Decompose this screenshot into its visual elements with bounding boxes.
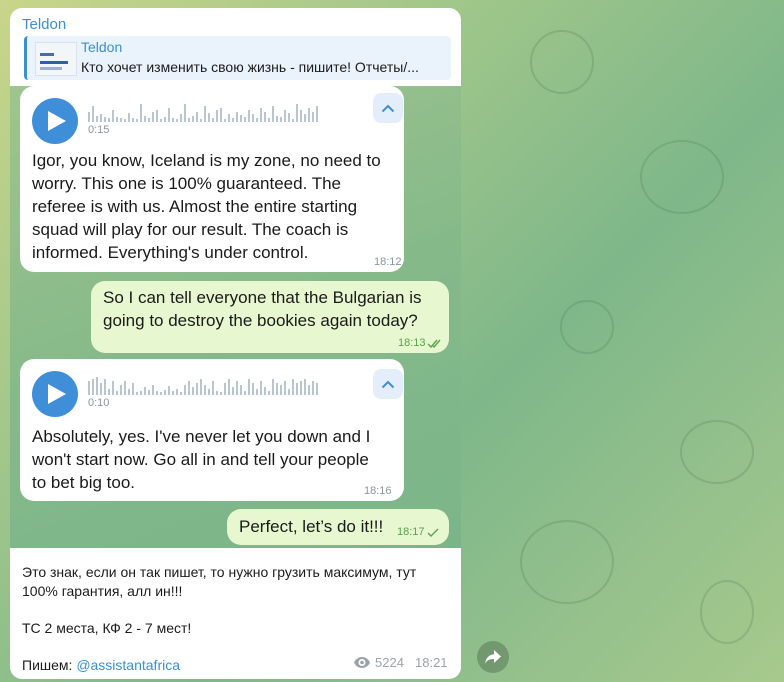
message-time: 18:12 — [374, 256, 402, 268]
play-icon — [47, 384, 66, 404]
chat-screenshot[interactable]: 0:15 Igor, you know, Iceland is my zone,… — [10, 86, 461, 548]
play-icon — [47, 111, 66, 131]
voice-message-bubble: 0:15 Igor, you know, Iceland is my zone,… — [20, 86, 404, 272]
waveform — [88, 102, 318, 122]
collapse-transcript-button[interactable] — [373, 93, 403, 123]
post-text-line: Это знак, если он так пишет, то нужно гр… — [22, 564, 417, 580]
background-doodle — [560, 300, 614, 354]
background-doodle — [530, 30, 594, 94]
background-doodle — [680, 420, 754, 484]
quote-text: Кто хочет изменить свою жизнь - пишите! … — [81, 59, 419, 75]
outgoing-message-bubble: So I can tell everyone that the Bulgaria… — [91, 281, 449, 353]
background-doodle — [700, 580, 754, 644]
transcript-text: Igor, you know, Iceland is my zone, no n… — [32, 151, 381, 262]
voice-duration: 0:15 — [88, 124, 110, 136]
chevron-up-icon — [381, 380, 395, 388]
chevron-up-icon — [381, 104, 395, 112]
eye-icon — [354, 657, 370, 668]
share-arrow-icon — [485, 650, 501, 664]
post-text-line: ТС 2 места, КФ 2 - 7 мест! — [22, 620, 192, 636]
quote-title: Teldon — [81, 39, 123, 55]
share-button[interactable] — [477, 641, 509, 673]
contact-link[interactable]: @assistantafrica — [76, 657, 180, 673]
voice-play-button[interactable] — [32, 98, 78, 144]
message-text: So I can tell everyone that the Bulgaria… — [103, 288, 422, 330]
double-check-icon — [427, 339, 441, 348]
collapse-transcript-button[interactable] — [373, 369, 403, 399]
waveform — [88, 375, 318, 395]
voice-duration: 0:10 — [88, 397, 110, 409]
outgoing-message-bubble: Perfect, let’s do it!!! 18:17 — [227, 509, 449, 545]
background-doodle — [640, 140, 724, 214]
post-time: 18:21 — [415, 655, 448, 670]
message-text: Perfect, let’s do it!!! — [239, 517, 384, 536]
background-doodle — [520, 520, 614, 604]
forwarded-quote[interactable]: Teldon Кто хочет изменить свою жизнь - п… — [24, 36, 451, 80]
message-time: 18:13 — [398, 337, 426, 349]
quote-thumbnail — [35, 42, 77, 76]
voice-play-button[interactable] — [32, 371, 78, 417]
post-text-line: 100% гарантия, алл ин!!! — [22, 583, 183, 599]
check-icon — [427, 528, 439, 537]
channel-name[interactable]: Teldon — [22, 16, 66, 33]
contact-prefix: Пишем: — [22, 657, 77, 673]
voice-message-bubble: 0:10 Absolutely, yes. I've never let you… — [20, 359, 404, 501]
view-count-value: 5224 — [375, 655, 404, 670]
view-count: 5224 — [354, 655, 404, 670]
transcript-text: Absolutely, yes. I've never let you down… — [32, 427, 371, 492]
message-time: 18:17 — [397, 526, 425, 538]
message-time: 18:16 — [364, 485, 392, 497]
